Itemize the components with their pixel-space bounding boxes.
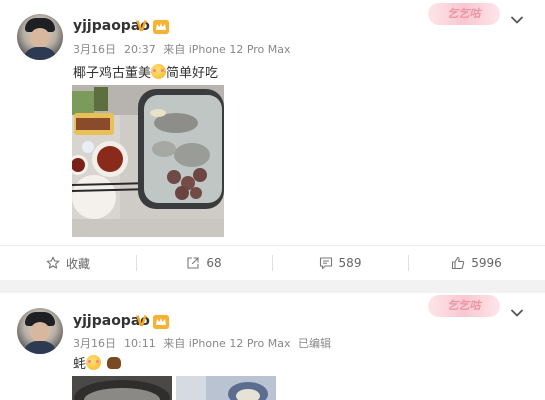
verified-badge-icon: V [136, 314, 147, 330]
comment-button[interactable]: 589 [272, 246, 408, 280]
vip-badge-icon [153, 315, 169, 329]
like-button[interactable]: 5996 [408, 246, 545, 280]
avatar[interactable] [17, 308, 63, 354]
edited-label[interactable]: 已编辑 [298, 337, 331, 350]
post-date[interactable]: 3月16日 [73, 43, 116, 56]
post-text-part: 蚝 [73, 357, 87, 372]
post-meta: 3月16日 10:11 来自 iPhone 12 Pro Max 已编辑 [73, 335, 335, 351]
repost-button[interactable]: 68 [136, 246, 272, 280]
repost-count: 68 [206, 256, 222, 270]
favorite-label: 收藏 [65, 256, 90, 271]
post-source: 来自 iPhone 12 Pro Max [163, 43, 291, 56]
action-bar: 收藏 68 589 5996 [0, 246, 545, 280]
vip-badge-icon [153, 20, 169, 34]
hotpot-photo[interactable] [72, 85, 224, 237]
food-photo-thumbnail[interactable] [176, 376, 276, 400]
share-icon [187, 257, 199, 269]
verified-badge-icon: V [136, 19, 147, 35]
post-time[interactable]: 10:11 [124, 337, 156, 350]
comment-count: 589 [338, 256, 362, 270]
post-time[interactable]: 20:37 [124, 43, 156, 56]
card-decoration: 乞乞咕 [428, 295, 500, 317]
post-text-part: 简单好吃 [166, 66, 219, 81]
post-date[interactable]: 3月16日 [73, 337, 116, 350]
post-text: 蚝 [73, 353, 122, 372]
comment-icon [319, 257, 332, 270]
favorite-button[interactable]: 收藏 [0, 246, 136, 280]
avatar[interactable] [17, 14, 63, 60]
chevron-down-icon[interactable] [510, 306, 524, 320]
like-count: 5996 [471, 256, 502, 270]
avatar-face [30, 28, 50, 48]
chevron-down-icon[interactable] [510, 13, 524, 27]
bear-emoji-icon [107, 357, 122, 369]
blush-emoji-icon [86, 355, 102, 370]
weibo-feed: yjjpaopao V 3月16日 20:37 来自 iPhone 12 Pro … [0, 0, 545, 400]
blush-emoji-icon [151, 64, 167, 79]
post-source: 来自 iPhone 12 Pro Max [163, 337, 291, 350]
post-text-part: 椰子鸡古董美 [73, 66, 152, 81]
card-decoration: 乞乞咕 [428, 3, 500, 25]
thumbs-up-icon [452, 256, 465, 270]
post-text: 椰子鸡古董美 简单好吃 [73, 62, 218, 81]
avatar-face [30, 322, 50, 342]
avatar-body [23, 341, 57, 354]
food-photo-thumbnail[interactable] [72, 376, 172, 400]
post-meta: 3月16日 20:37 来自 iPhone 12 Pro Max [73, 41, 295, 57]
star-icon [46, 256, 60, 269]
post-card: yjjpaopao V 3月16日 20:37 来自 iPhone 12 Pro … [0, 0, 545, 280]
avatar-body [23, 47, 57, 60]
